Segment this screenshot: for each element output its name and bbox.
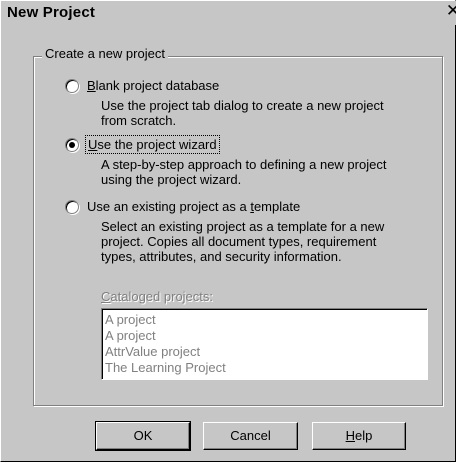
radio-template-project[interactable]: Use an existing project as a template bbox=[65, 199, 300, 214]
radio-selected-dot bbox=[69, 141, 75, 148]
cancel-button[interactable]: Cancel bbox=[203, 422, 298, 450]
title-bar[interactable]: New Project ✕ bbox=[1, 1, 456, 25]
radio-label-template[interactable]: Use an existing project as a template bbox=[87, 199, 300, 214]
dialog-title: New Project bbox=[7, 4, 96, 21]
list-item[interactable]: AttrValue project bbox=[105, 344, 425, 360]
radio-label-blank[interactable]: Blank project database bbox=[87, 78, 219, 93]
radio-button-template[interactable] bbox=[65, 199, 79, 214]
radio-label-wizard[interactable]: Use the project wizard bbox=[85, 135, 220, 154]
radio-button-wizard[interactable] bbox=[65, 137, 79, 152]
list-item[interactable]: A project bbox=[105, 328, 425, 344]
description-template: Select an existing project as a template… bbox=[101, 219, 385, 264]
radio-button-blank[interactable] bbox=[65, 78, 79, 93]
ok-button[interactable]: OK bbox=[95, 421, 191, 451]
list-item[interactable]: The Learning Project bbox=[105, 360, 425, 376]
description-wizard: A step-by-step approach to defining a ne… bbox=[101, 157, 387, 187]
radio-blank-project[interactable]: Blank project database bbox=[65, 78, 219, 93]
radio-project-wizard[interactable]: Use the project wizard bbox=[65, 135, 220, 154]
group-legend: Create a new project bbox=[42, 46, 168, 61]
list-item[interactable]: A project bbox=[105, 312, 425, 328]
help-button[interactable]: Help bbox=[312, 422, 406, 450]
description-blank: Use the project tab dialog to create a n… bbox=[101, 98, 384, 128]
cataloged-projects-list[interactable]: A project A project AttrValue project Th… bbox=[101, 308, 428, 380]
close-icon[interactable]: ✕ bbox=[444, 2, 456, 20]
new-project-dialog: New Project ✕ Create a new project Blank… bbox=[0, 0, 456, 462]
cataloged-projects-label: Cataloged projects: bbox=[101, 289, 214, 304]
